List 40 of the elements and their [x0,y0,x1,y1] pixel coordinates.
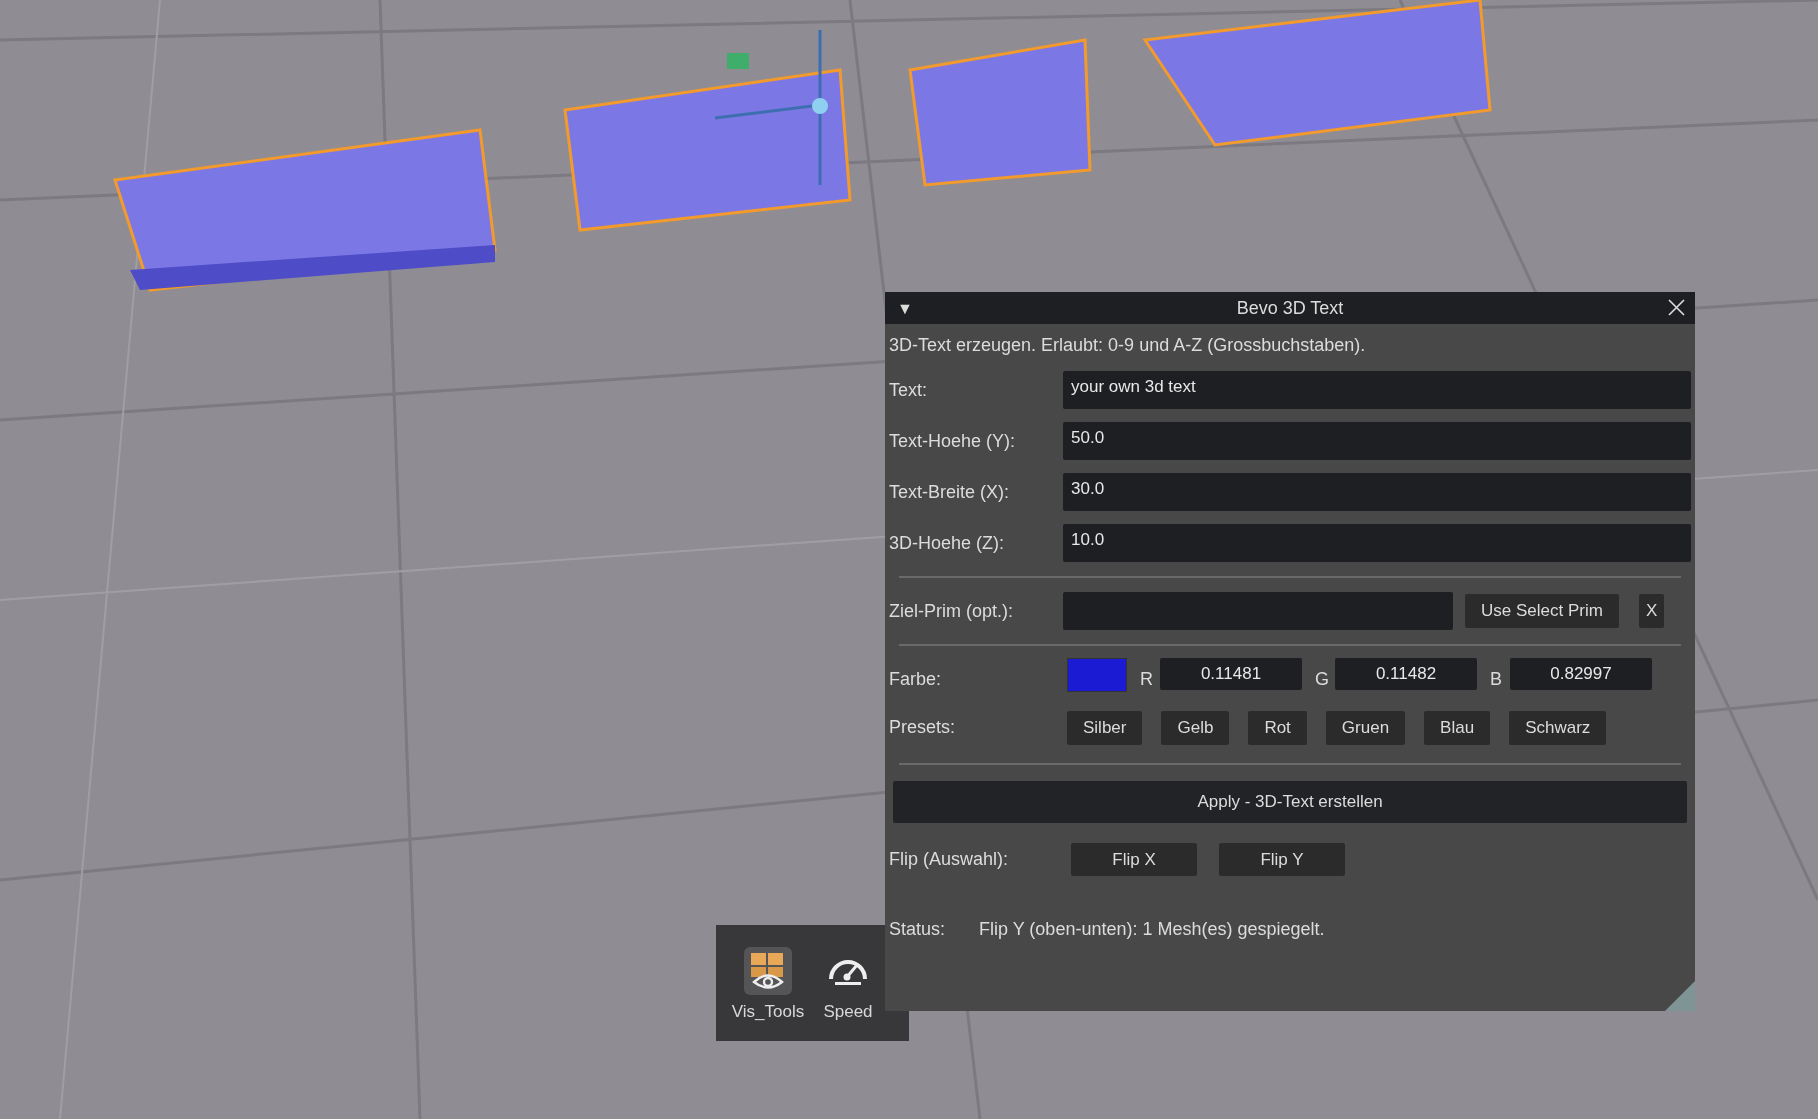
status-text: Flip Y (oben-unten): 1 Mesh(es) gespiegelt. [979,918,1325,941]
input-field[interactable]: 10.0 [1063,524,1691,562]
channel-label: B [1489,668,1503,691]
preset-button[interactable]: Silber [1067,711,1143,745]
channel-label: G [1314,668,1330,691]
preset-button[interactable]: Blau [1424,711,1491,745]
number-field[interactable]: 0.11482 [1335,658,1477,690]
window-title: Bevo 3D Text [1236,298,1344,318]
description-text: 3D-Text erzeugen. Erlaubt: 0-9 und A-Z (Grossbuchstaben). [889,335,1366,355]
field-label: Ziel-Prim (opt.): [889,599,1014,623]
input-field[interactable] [1063,592,1453,630]
apply-button[interactable]: Apply - 3D-Text erstellen [893,780,1687,823]
collapse-button[interactable]: ▼ [897,297,913,321]
preset-button[interactable]: Rot [1248,711,1307,745]
field-label: 3D-Hoehe (Z): [889,531,1006,555]
flip-button[interactable]: Flip X [1071,842,1197,876]
preset-button[interactable]: Gelb [1161,711,1230,745]
toolbar-button[interactable]: Speed [810,947,886,1025]
flip-button[interactable]: Flip Y [1219,842,1345,876]
field-label: Text: [889,378,928,402]
status-label: Status: [889,918,947,941]
preset-button[interactable]: Gruen [1325,711,1406,745]
number-field[interactable]: 0.11481 [1160,658,1302,690]
input-field[interactable]: 50.0 [1063,422,1691,460]
preset-button[interactable]: Schwarz [1509,711,1607,745]
field-label: Text-Breite (X): [889,480,1011,504]
input-field[interactable]: your own 3d text [1063,371,1691,409]
close-icon[interactable] [1668,299,1685,316]
toolbar-button[interactable]: Vis_Tools [730,947,806,1025]
color-swatch[interactable] [1067,658,1127,692]
field-label: Farbe: [889,668,943,691]
field-label: Text-Hoehe (Y): [889,429,1017,453]
number-field[interactable]: 0.82997 [1510,658,1652,690]
field-label: Flip (Auswahl): [889,847,1010,871]
input-field[interactable]: 30.0 [1063,473,1691,511]
clear-button[interactable]: X [1638,594,1665,628]
resize-grip-icon[interactable] [1665,981,1695,1011]
channel-label: R [1139,668,1154,691]
field-label: Presets: [889,716,957,740]
select-prim-button[interactable]: Use Select Prim [1465,594,1619,628]
